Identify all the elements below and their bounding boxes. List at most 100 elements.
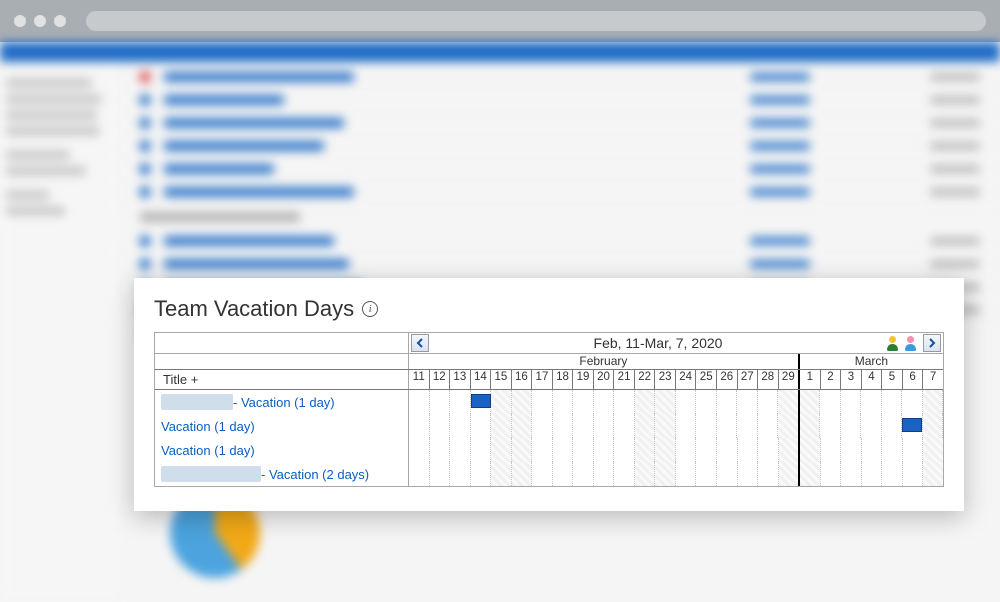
- gantt-cell: [532, 462, 553, 486]
- gantt-cell: [635, 462, 656, 486]
- gantt-cell: [676, 390, 697, 414]
- gantt-cell: [614, 462, 635, 486]
- day-header-cell: 18: [553, 370, 574, 389]
- month-label: March: [800, 354, 943, 369]
- month-header: February March: [155, 354, 943, 370]
- gantt-cell: [471, 438, 492, 462]
- gantt-cell: [902, 390, 923, 414]
- dot: [54, 15, 66, 27]
- gantt-cell: [903, 438, 924, 462]
- gantt-cell: [450, 390, 471, 414]
- gantt-cell: [800, 438, 821, 462]
- title-column-header[interactable]: Title +: [155, 370, 409, 389]
- vacation-bar[interactable]: [471, 394, 492, 408]
- gantt-cell: [820, 390, 841, 414]
- gantt-cell: [430, 390, 451, 414]
- gantt-cell: [635, 414, 656, 438]
- gantt-cell: [430, 438, 451, 462]
- gantt-cell: [655, 390, 676, 414]
- gantt-cell: [491, 462, 512, 486]
- card-title-text: Team Vacation Days: [154, 296, 354, 322]
- gantt-cell: [821, 462, 842, 486]
- day-header-cell: 20: [594, 370, 615, 389]
- gantt-row: - Vacation (1 day): [155, 390, 943, 414]
- row-label: Vacation (1 day): [161, 443, 255, 458]
- gantt-cell: [882, 462, 903, 486]
- gantt-cell: [635, 438, 656, 462]
- info-icon[interactable]: i: [362, 301, 378, 317]
- day-header-cell: 1: [800, 370, 821, 389]
- day-header-cell: 27: [738, 370, 759, 389]
- day-header-cell: 23: [655, 370, 676, 389]
- gantt-cell: [676, 462, 697, 486]
- gantt-cell: [923, 414, 944, 438]
- gantt-cell: [594, 414, 615, 438]
- prev-button[interactable]: [411, 334, 429, 352]
- gantt-cell: [573, 414, 594, 438]
- month-label: February: [409, 354, 800, 369]
- gantt-cell: [573, 438, 594, 462]
- gantt-cell: [450, 438, 471, 462]
- gantt-cell: [778, 390, 800, 414]
- gantt-cell: [553, 438, 574, 462]
- gantt-cell: [820, 414, 841, 438]
- vacation-bar[interactable]: [902, 418, 923, 432]
- day-header-cell: 4: [862, 370, 883, 389]
- person-icon[interactable]: [885, 335, 901, 351]
- day-header-cell: 29: [779, 370, 801, 389]
- day-header-cell: 7: [923, 370, 943, 389]
- gantt-cell: [655, 462, 676, 486]
- gantt-cell: [696, 438, 717, 462]
- gantt-cell: [450, 414, 471, 438]
- row-title[interactable]: - Vacation (1 day): [155, 390, 409, 414]
- gantt-cell: [553, 462, 574, 486]
- url-bar[interactable]: [86, 11, 986, 31]
- gantt-cell: [532, 390, 553, 414]
- day-header-cell: 12: [430, 370, 451, 389]
- gantt-cell: [471, 414, 492, 438]
- gantt-cell: [573, 462, 594, 486]
- gantt-cell: [696, 414, 717, 438]
- gantt-cell: [696, 390, 717, 414]
- day-header-cell: 24: [676, 370, 697, 389]
- gantt-cell: [512, 390, 533, 414]
- card-title: Team Vacation Days i: [154, 296, 944, 322]
- person-icon[interactable]: [903, 335, 919, 351]
- gantt-cell: [738, 438, 759, 462]
- day-header-cell: 13: [450, 370, 471, 389]
- people-icons[interactable]: [885, 335, 919, 351]
- gantt-cell: [614, 414, 635, 438]
- day-header-cell: 5: [882, 370, 903, 389]
- gantt-cell: [923, 438, 943, 462]
- gantt-cell: [594, 390, 615, 414]
- next-button[interactable]: [923, 334, 941, 352]
- gantt-cell: [655, 414, 676, 438]
- day-header: Title + 11121314151617181920212223242526…: [155, 370, 943, 390]
- row-title[interactable]: Vacation (1 day): [155, 438, 409, 462]
- gantt-cell: [409, 438, 430, 462]
- gantt-cell: [862, 462, 883, 486]
- window-dots: [14, 15, 66, 27]
- gantt-cell: [821, 438, 842, 462]
- gantt-cell: [717, 390, 738, 414]
- day-header-cell: 6: [903, 370, 924, 389]
- gantt-cell: [737, 414, 758, 438]
- gantt-cell: [841, 414, 862, 438]
- gantt-cell: [409, 390, 430, 414]
- date-range: Feb, 11-Mar, 7, 2020: [431, 335, 885, 351]
- row-cells: [409, 438, 943, 462]
- row-title[interactable]: Vacation (1 day): [155, 414, 409, 438]
- gantt-cell: [861, 390, 882, 414]
- gantt-cell: [450, 462, 471, 486]
- gantt-cell: [491, 438, 512, 462]
- gantt-cell: [800, 390, 821, 414]
- gantt-cell: [512, 414, 533, 438]
- row-title[interactable]: - Vacation (2 days): [155, 462, 409, 486]
- row-cells: [409, 414, 943, 438]
- day-header-cell: 19: [573, 370, 594, 389]
- gantt-cell: [491, 414, 512, 438]
- day-header-cell: 22: [635, 370, 656, 389]
- gantt-cell: [573, 390, 594, 414]
- gantt-cell: [594, 438, 615, 462]
- gantt-cell: [841, 390, 862, 414]
